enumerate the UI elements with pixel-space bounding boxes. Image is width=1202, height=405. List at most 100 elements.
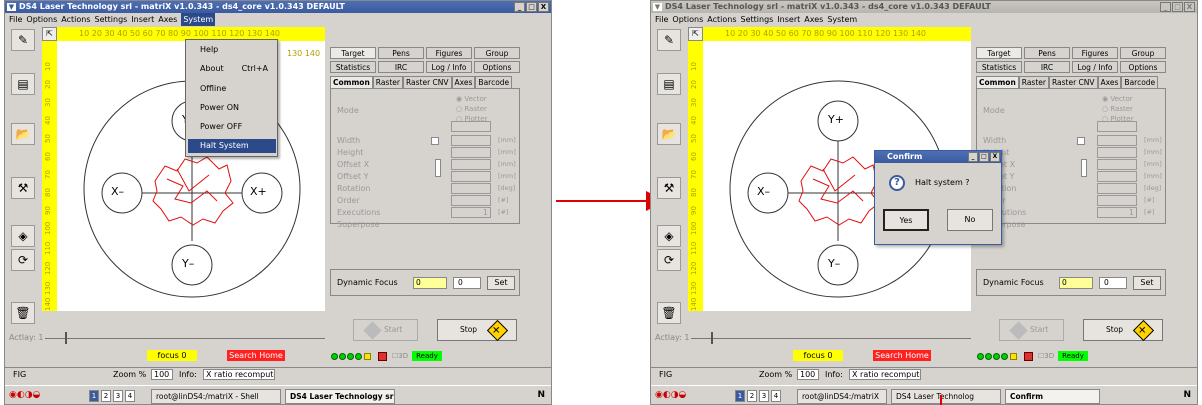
maximize-button[interactable]: □	[1172, 2, 1183, 12]
tab-statistics[interactable]: Statistics	[330, 61, 376, 73]
import-icon[interactable]: ▤	[11, 73, 35, 95]
menu-file[interactable]: File	[9, 13, 22, 26]
yes-button[interactable]: Yes	[883, 209, 929, 231]
dialog-minimize-button[interactable]: _	[968, 152, 978, 162]
subtab-raster[interactable]: Raster	[372, 76, 403, 88]
menu-actions[interactable]: Actions	[61, 13, 90, 26]
order-input[interactable]	[451, 195, 491, 206]
dialog-close-button[interactable]: X	[990, 152, 1000, 162]
menu-item-power-on[interactable]: Power ON	[188, 101, 276, 115]
desktop-4[interactable]: 4	[125, 390, 135, 402]
open-folder-icon[interactable]: 📂	[11, 123, 35, 145]
window-menu-icon[interactable]: ▼	[7, 3, 16, 11]
height-input[interactable]	[1097, 147, 1137, 158]
trash-icon[interactable]: 🗑	[657, 302, 681, 324]
dialog-title-bar[interactable]: Confirm _ □ X	[875, 151, 1001, 163]
title-bar[interactable]: ▼ DS4 Laser Technology srl - matriX v1.0…	[651, 1, 1197, 13]
layer-slider-handle[interactable]	[711, 332, 713, 344]
menu-settings[interactable]: Settings	[741, 13, 774, 26]
layer-slider-handle[interactable]	[65, 332, 67, 344]
minimize-button[interactable]: _	[1160, 2, 1171, 12]
ruler-corner-icon[interactable]: ⇱	[42, 27, 57, 41]
offset-y-input[interactable]	[1097, 171, 1137, 182]
menu-system[interactable]: System	[181, 13, 216, 26]
menu-item-halt-system[interactable]: Halt System	[188, 139, 276, 153]
start-menu-icon[interactable]: ◉◐◑◒	[9, 390, 40, 400]
mode-raster-radio[interactable]: ○ Raster	[456, 105, 487, 113]
tab-options[interactable]: Options	[1120, 61, 1166, 73]
menu-insert[interactable]: Insert	[131, 13, 154, 26]
lock-ratio-checkbox[interactable]	[1077, 137, 1085, 145]
tab-irc[interactable]: IRC	[1024, 61, 1070, 73]
tab-group[interactable]: Group	[1120, 47, 1166, 59]
subtab-barcode[interactable]: Barcode	[475, 76, 513, 88]
calibrate-icon[interactable]: ⚒	[657, 177, 681, 199]
menu-axes[interactable]: Axes	[158, 13, 177, 26]
tab-target[interactable]: Target	[976, 47, 1022, 59]
lock-ratio-checkbox[interactable]	[431, 137, 439, 145]
search-home-button[interactable]: Search Home	[873, 350, 931, 361]
tab-pens[interactable]: Pens	[378, 47, 424, 59]
subtab-barcode[interactable]: Barcode	[1121, 76, 1159, 88]
close-button[interactable]: X	[1184, 2, 1195, 12]
import-icon[interactable]: ▤	[657, 73, 681, 95]
subtab-axes[interactable]: Axes	[1097, 76, 1122, 88]
no-button[interactable]: No	[947, 209, 993, 231]
menu-file[interactable]: File	[655, 13, 668, 26]
tab-log-info[interactable]: Log / Info	[1072, 61, 1118, 73]
desktop-4[interactable]: 4	[771, 390, 781, 402]
offset-y-input[interactable]	[451, 171, 491, 182]
close-button[interactable]: X	[538, 2, 549, 12]
task-confirm[interactable]: Confirm	[1005, 389, 1100, 404]
tab-figures[interactable]: Figures	[426, 47, 472, 59]
zoom-input[interactable]: 100	[151, 369, 173, 380]
offset-x-input[interactable]	[1097, 159, 1137, 170]
refresh-icon[interactable]: ⟳	[657, 249, 681, 271]
menu-options[interactable]: Options	[672, 13, 703, 26]
layers-icon[interactable]: ◈	[11, 225, 35, 247]
width-input[interactable]	[1097, 135, 1137, 146]
set-button[interactable]: Set	[1133, 276, 1161, 290]
search-home-button[interactable]: Search Home	[227, 350, 285, 361]
start-button[interactable]: Start	[353, 319, 418, 341]
menu-item-power-off[interactable]: Power OFF	[188, 120, 276, 134]
tab-options[interactable]: Options	[474, 61, 520, 73]
tray-icon[interactable]: N	[1183, 390, 1191, 400]
tab-group[interactable]: Group	[474, 47, 520, 59]
layers-icon[interactable]: ◈	[657, 225, 681, 247]
offset-slider[interactable]	[435, 159, 441, 177]
dynamic-focus-input[interactable]: 0	[1059, 277, 1093, 289]
mode-vector-radio[interactable]: ◉ Vector	[456, 95, 487, 103]
zoom-input[interactable]: 100	[797, 369, 819, 380]
trash-icon[interactable]: 🗑	[11, 302, 35, 324]
tab-log-info[interactable]: Log / Info	[426, 61, 472, 73]
minimize-button[interactable]: _	[514, 2, 525, 12]
task-ds4[interactable]: DS4 Laser Technolog	[891, 389, 1001, 404]
open-folder-icon[interactable]: 📂	[657, 123, 681, 145]
desktop-2[interactable]: 2	[747, 390, 757, 402]
ruler-corner-icon[interactable]: ⇱	[688, 27, 703, 41]
desktop-2[interactable]: 2	[101, 390, 111, 402]
menu-item-about[interactable]: About Ctrl+A	[188, 62, 276, 76]
dialog-maximize-button[interactable]: □	[979, 152, 989, 162]
offset-slider[interactable]	[1081, 159, 1087, 177]
subtab-axes[interactable]: Axes	[451, 76, 476, 88]
menu-system[interactable]: System	[827, 13, 857, 26]
3d-checkbox[interactable]: ☐3D	[392, 352, 408, 360]
tab-irc[interactable]: IRC	[378, 61, 424, 73]
refresh-icon[interactable]: ⟳	[11, 249, 35, 271]
menu-actions[interactable]: Actions	[707, 13, 736, 26]
3d-checkbox[interactable]: ☐3D	[1038, 352, 1054, 360]
menu-item-help[interactable]: Help	[188, 43, 276, 57]
order-input[interactable]	[1097, 195, 1137, 206]
tray-icon[interactable]: N	[537, 390, 545, 400]
height-input[interactable]	[451, 147, 491, 158]
tab-figures[interactable]: Figures	[1072, 47, 1118, 59]
tools-icon[interactable]: ✎	[657, 29, 681, 51]
set-button[interactable]: Set	[487, 276, 515, 290]
dynamic-focus-value[interactable]: 0	[1099, 277, 1127, 289]
tab-statistics[interactable]: Statistics	[976, 61, 1022, 73]
mode-raster-radio[interactable]: ○ Raster	[1102, 105, 1133, 113]
mode-vector-radio[interactable]: ◉ Vector	[1102, 95, 1133, 103]
stop-button[interactable]: Stop	[1083, 319, 1163, 342]
